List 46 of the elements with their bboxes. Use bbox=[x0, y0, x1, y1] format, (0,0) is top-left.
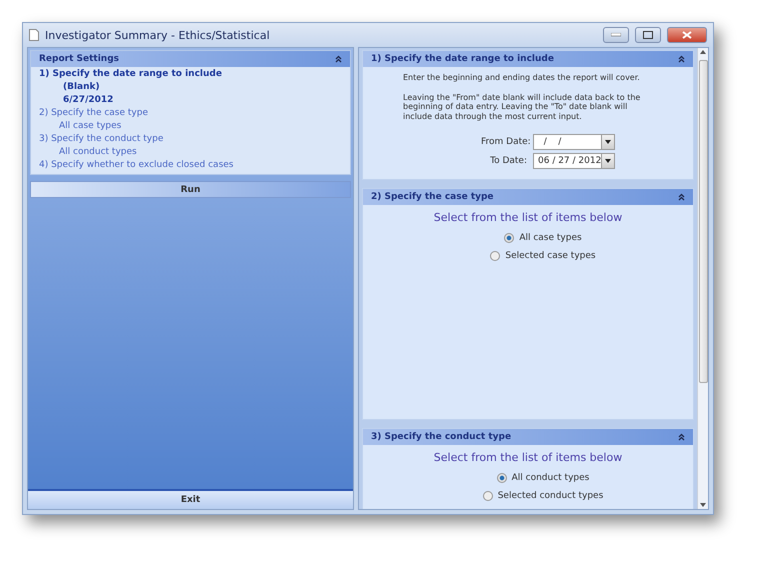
instruction-text: Enter the beginning and ending dates the report will cover. bbox=[403, 73, 641, 83]
scrollbar[interactable] bbox=[697, 48, 708, 509]
collapse-icon[interactable] bbox=[335, 55, 342, 63]
radio-option[interactable]: All case types bbox=[504, 233, 582, 244]
radio-icon[interactable] bbox=[504, 233, 514, 244]
section-title: 2) Specify the case type bbox=[371, 192, 494, 202]
close-icon bbox=[682, 31, 692, 39]
panel-title: Report Settings bbox=[39, 54, 120, 64]
settings-step[interactable]: 2) Specify the case type bbox=[39, 108, 342, 118]
collapse-icon[interactable] bbox=[678, 193, 685, 202]
run-button[interactable]: Run bbox=[30, 181, 351, 198]
collapse-icon[interactable] bbox=[678, 55, 685, 63]
window-title: Investigator Summary - Ethics/Statistical bbox=[45, 28, 271, 42]
radio-icon[interactable] bbox=[496, 473, 507, 484]
step-value: 6/27/2012 bbox=[62, 95, 114, 105]
radio-icon[interactable] bbox=[490, 251, 500, 262]
date-field[interactable]: / / bbox=[533, 134, 615, 150]
dropdown-arrow-icon bbox=[605, 140, 611, 144]
scroll-down-icon[interactable] bbox=[700, 503, 706, 507]
settings-step[interactable]: 1) Specify the date range to include bbox=[39, 69, 342, 79]
step-value: (Blank) bbox=[62, 82, 101, 92]
date-field[interactable]: 06 / 27 / 2012 bbox=[533, 153, 615, 170]
maximize-icon bbox=[643, 31, 653, 39]
step-value: All conduct types bbox=[58, 147, 138, 157]
radio-icon[interactable] bbox=[482, 491, 493, 502]
radio-option[interactable]: All conduct types bbox=[496, 473, 590, 484]
exit-button[interactable]: Exit bbox=[28, 489, 353, 509]
section-title: 1) Specify the date range to include bbox=[371, 54, 554, 64]
instruction-text: Leaving the "From" date blank will include data back to the beginning of data entry. Leaving the "To" date blank will include data through the most current input. bbox=[403, 92, 642, 122]
radio-option[interactable]: Selected conduct types bbox=[482, 491, 604, 502]
field-label: To Date: bbox=[489, 156, 527, 166]
step-value: All case types bbox=[58, 121, 122, 131]
maximize-button[interactable] bbox=[635, 27, 661, 43]
scroll-up-icon[interactable] bbox=[700, 50, 706, 54]
document-icon bbox=[29, 29, 39, 41]
minimize-button[interactable] bbox=[603, 27, 629, 43]
minimize-icon bbox=[611, 33, 621, 37]
prompt-text: Select from the list of items below bbox=[434, 211, 622, 224]
section-title: 3) Specify the conduct type bbox=[371, 432, 512, 442]
settings-step[interactable]: 4) Specify whether to exclude closed cases bbox=[39, 160, 342, 170]
radio-option[interactable]: Selected case types bbox=[490, 251, 596, 262]
prompt-text: Select from the list of items below bbox=[434, 451, 622, 464]
collapse-icon[interactable] bbox=[678, 433, 685, 442]
close-button[interactable] bbox=[667, 27, 707, 43]
settings-step[interactable]: 3) Specify the conduct type bbox=[39, 134, 342, 144]
dropdown-arrow-icon bbox=[605, 159, 612, 164]
